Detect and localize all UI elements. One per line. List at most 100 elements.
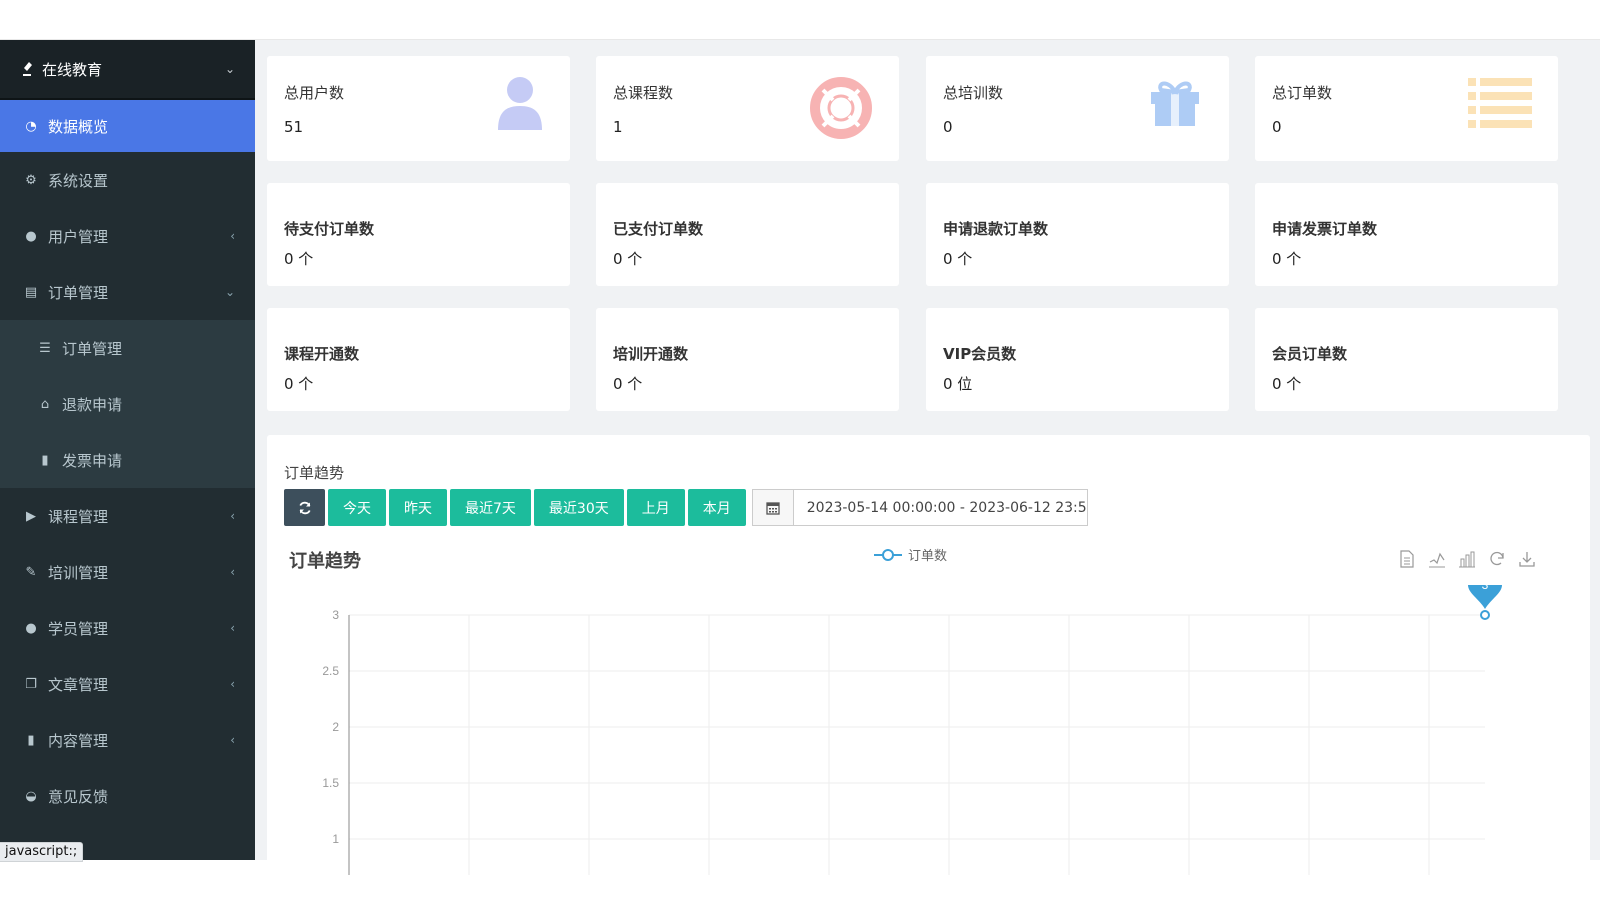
- sidebar-item-label: 学员管理: [48, 619, 109, 638]
- user-icon: ●: [25, 228, 37, 244]
- stat-title: 总课程数: [613, 84, 674, 102]
- user-avatar-icon: [496, 76, 544, 136]
- y-tick-label: 1: [332, 832, 339, 846]
- sidebar-item-label: 订单管理: [62, 339, 123, 358]
- chevron-left-icon: ‹: [230, 229, 235, 243]
- refresh-button[interactable]: [284, 489, 325, 526]
- refresh-icon: [298, 501, 311, 514]
- stat-value: 0 个: [284, 250, 314, 268]
- sidebar-subitem-6[interactable]: ▮ 发票申请: [0, 432, 255, 488]
- today-button[interactable]: 今天: [328, 489, 386, 526]
- stat-card-stats_bottom-0: 课程开通数 0 个: [267, 308, 570, 411]
- date-range-picker[interactable]: 2023-05-14 00:00:00 - 2023-06-12 23:59:5…: [751, 489, 1088, 526]
- sidebar-item-11[interactable]: ▮ 内容管理 ‹: [0, 712, 255, 768]
- legend-line-icon: [874, 548, 902, 561]
- copy-icon: ❐: [25, 676, 37, 692]
- play-icon: ▶: [26, 508, 36, 524]
- sidebar-subitem-4[interactable]: ☰ 订单管理: [0, 320, 255, 376]
- list-icon: [1468, 76, 1532, 132]
- comments-icon: ◒: [25, 788, 37, 804]
- panel-title: 订单趋势: [284, 464, 345, 482]
- stat-title: 申请退款订单数: [943, 220, 1049, 238]
- sidebar-item-label: 用户管理: [48, 227, 109, 246]
- stat-title: 已支付订单数: [613, 220, 704, 238]
- doc-icon: ▮: [27, 732, 35, 748]
- sidebar-item-3[interactable]: ▤ 订单管理 ⌄: [0, 264, 255, 320]
- sidebar-item-label: 培训管理: [48, 563, 109, 582]
- y-tick-label: 3: [332, 608, 339, 622]
- sidebar-item-label: 意见反馈: [48, 787, 109, 806]
- chevron-left-icon: ‹: [230, 621, 235, 635]
- sidebar-item-10[interactable]: ❐ 文章管理 ‹: [0, 656, 255, 712]
- life-ring-icon: [809, 76, 873, 144]
- y-tick-label: 1.5: [322, 776, 339, 790]
- sidebar-item-2[interactable]: ● 用户管理 ‹: [0, 208, 255, 264]
- stat-card-stats_top-1: 总课程数 1: [596, 56, 899, 161]
- markpoint-label: 3: [1482, 585, 1489, 592]
- order-trend-chart: 3 2.5 2 1.5 1 3: [322, 585, 1502, 875]
- calendar-icon: [752, 490, 794, 525]
- chart-legend[interactable]: 订单数: [874, 545, 947, 564]
- sidebar-item-label: 文章管理: [48, 675, 109, 694]
- sidebar-item-8[interactable]: ✎ 培训管理 ‹: [0, 544, 255, 600]
- stat-title: 总培训数: [943, 84, 1004, 102]
- pin-icon: ✎: [25, 564, 37, 580]
- stat-card-stats_bottom-1: 培训开通数 0 个: [596, 308, 899, 411]
- stat-card-stats_mid-1: 已支付订单数 0 个: [596, 183, 899, 286]
- date-filter-bar: 今天 昨天 最近7天 最近30天 上月 本月 2023-05-14 00:00:…: [284, 489, 1088, 526]
- last-7-days-button[interactable]: 最近7天: [450, 489, 531, 526]
- data-view-icon[interactable]: [1392, 548, 1422, 570]
- file-icon: ▮: [41, 452, 49, 468]
- chevron-left-icon: ‹: [230, 509, 235, 523]
- restore-icon[interactable]: [1482, 548, 1512, 570]
- date-range-input[interactable]: 2023-05-14 00:00:00 - 2023-06-12 23:59:5…: [794, 490, 1087, 525]
- sidebar-item-1[interactable]: ⚙ 系统设置: [0, 152, 255, 208]
- stat-value: 0: [943, 118, 953, 136]
- sidebar-item-label: 数据概览: [48, 117, 109, 136]
- stat-value: 0 个: [1272, 250, 1302, 268]
- stat-card-stats_mid-3: 申请发票订单数 0 个: [1255, 183, 1558, 286]
- sidebar-item-0[interactable]: ◔ 数据概览: [0, 100, 255, 152]
- sidebar-item-12[interactable]: ◒ 意见反馈: [0, 768, 255, 824]
- stat-value: 0 个: [943, 250, 973, 268]
- stat-title: 培训开通数: [613, 345, 689, 363]
- cogs-icon: ⚙: [25, 172, 37, 188]
- data-point: [1480, 610, 1490, 620]
- list-icon: ☰: [39, 340, 51, 356]
- stat-title: 会员订单数: [1272, 345, 1348, 363]
- stat-value: 51: [284, 118, 304, 136]
- stat-value: 0 个: [613, 250, 643, 268]
- sidebar-brand[interactable]: 在线教育 ⌄: [0, 40, 255, 100]
- stat-title: 总订单数: [1272, 84, 1333, 102]
- sidebar-subitem-5[interactable]: ⌂ 退款申请: [0, 376, 255, 432]
- sidebar-item-7[interactable]: ▶ 课程管理 ‹: [0, 488, 255, 544]
- status-bar-url: javascript:;: [0, 842, 84, 862]
- chevron-down-icon: ⌄: [224, 285, 235, 299]
- pin-icon: [23, 62, 32, 76]
- chart-title: 订单趋势: [289, 551, 361, 572]
- sidebar-item-label: 退款申请: [62, 395, 123, 414]
- chevron-down-icon: ⌄: [224, 62, 235, 76]
- stat-card-stats_top-3: 总订单数 0: [1255, 56, 1558, 161]
- sidebar-item-9[interactable]: ● 学员管理 ‹: [0, 600, 255, 656]
- sidebar-item-label: 发票申请: [62, 451, 123, 470]
- stat-value: 0 个: [613, 375, 643, 393]
- order-list-icon: ▤: [24, 284, 38, 300]
- stat-title: 待支付订单数: [284, 220, 375, 238]
- this-month-button[interactable]: 本月: [687, 489, 746, 526]
- stat-value: 0 个: [1272, 375, 1302, 393]
- stat-value: 1: [613, 118, 623, 136]
- dashboard-icon: ◔: [25, 118, 37, 134]
- stat-card-stats_top-0: 总用户数 51: [267, 56, 570, 161]
- y-tick-label: 2: [332, 720, 339, 734]
- download-icon[interactable]: [1512, 548, 1542, 570]
- yesterday-button[interactable]: 昨天: [389, 489, 447, 526]
- last-30-days-button[interactable]: 最近30天: [533, 489, 624, 526]
- stat-title: VIP会员数: [943, 345, 1017, 363]
- bar-icon[interactable]: [1452, 548, 1482, 570]
- stat-card-stats_bottom-2: VIP会员数 0 位: [926, 308, 1229, 411]
- order-trend-panel: 订单趋势 今天 昨天 最近7天 最近30天 上月 本月 2023-05-14 0…: [267, 435, 1590, 875]
- stat-title: 总用户数: [284, 84, 345, 102]
- last-month-button[interactable]: 上月: [626, 489, 685, 526]
- line-icon[interactable]: [1422, 548, 1452, 570]
